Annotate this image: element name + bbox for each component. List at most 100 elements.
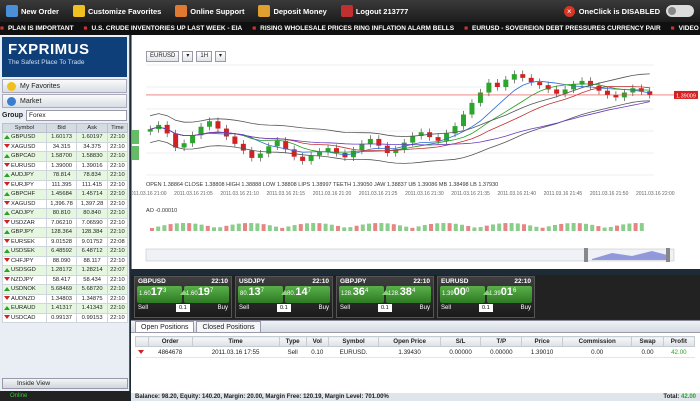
quotes-column-header[interactable]: Symbol <box>2 123 47 133</box>
lot-input[interactable]: 0.1 <box>377 304 392 312</box>
positions-column-header[interactable]: T/P <box>480 336 523 347</box>
table-row[interactable]: USDSGD 1.28172 1.28214 22:07 <box>2 265 129 276</box>
positions-column-header[interactable]: Commission <box>561 336 633 347</box>
buy-button[interactable]: Buy <box>319 305 329 311</box>
quote-bid: 1.34803 <box>45 293 78 304</box>
positions-column-header[interactable]: Price <box>521 336 563 347</box>
positions-column-header[interactable]: Vol <box>305 336 329 347</box>
positions-panel: Open Positions Closed Positions Order Time… <box>131 320 700 393</box>
table-row[interactable]: CADJPY 80.810 80.840 22:10 <box>2 208 129 219</box>
positions-column-header[interactable]: Symbol <box>327 336 380 347</box>
positions-column-header[interactable]: Type <box>278 336 307 347</box>
news-ticker[interactable]: ■ PLAN IS IMPORTANT ■ U.S. CRUDE INVENTORIE… <box>0 22 700 35</box>
lot-input[interactable]: 0.1 <box>276 304 291 312</box>
table-row[interactable]: AUDJPY 78.814 78.834 22:10 <box>2 170 129 181</box>
table-row[interactable]: GBPUSD 1.60173 1.60197 22:10 <box>2 132 129 143</box>
tile-buy-price[interactable]: 1.39016 <box>487 286 532 303</box>
tile-sell-price[interactable]: 1.39000 <box>440 286 485 303</box>
toolbar-button-3[interactable]: Deposit Money <box>258 5 327 17</box>
ticker-item[interactable]: RISING WHOLESALE PRICES RING INFLATION A… <box>260 25 454 32</box>
candle-body <box>486 82 492 93</box>
toolbar-button-0[interactable]: New Order <box>6 5 59 17</box>
positions-column-header[interactable]: Time <box>191 336 280 347</box>
table-row[interactable]: EURSEK 9.01528 9.01752 22:08 <box>2 236 129 247</box>
positions-table: Order Time Type Vol Symbol Open Price S/L T/P Pr… <box>135 336 696 358</box>
tab-open-positions[interactable]: Open Positions <box>135 321 195 332</box>
ticker-item[interactable]: VIDEO HOW SUBMIT YOUR STORY TO FO <box>679 25 700 32</box>
positions-column-header[interactable]: S/L <box>439 336 482 347</box>
candle-body <box>274 140 280 147</box>
tile-buy-price[interactable]: 1.60197 <box>184 286 229 303</box>
market-button[interactable]: Market <box>2 94 127 108</box>
buy-button[interactable]: Buy <box>420 305 430 311</box>
inside-view-button[interactable]: Inside View <box>2 378 128 389</box>
tile-buy-price[interactable]: 80.147 <box>285 286 330 303</box>
group-select[interactable]: Forex <box>26 110 127 121</box>
table-row[interactable]: EURAUD 1.41317 1.41343 22:10 <box>2 303 129 314</box>
table-row[interactable]: 4864678 2011.03.16 17:55 Sell 0.10 EURUSD. 1.… <box>135 346 695 358</box>
ticker-item[interactable]: PLAN IS IMPORTANT <box>8 25 74 32</box>
sell-button[interactable]: Sell <box>138 305 148 311</box>
positions-column-header[interactable]: Order <box>147 336 193 347</box>
tile-sell-price[interactable]: 128.364 <box>339 286 384 303</box>
positions-column-header[interactable]: Open Price <box>378 336 441 347</box>
table-row[interactable]: USDSEK 6.48592 6.48712 22:10 <box>2 246 129 257</box>
table-row[interactable]: NZDJPY 58.417 58.434 22:10 <box>2 274 129 285</box>
quote-time: 22:10 <box>106 179 129 190</box>
ticker-item[interactable]: EURUSD - SOVEREIGN DEBT PRESSURES CURREN… <box>472 25 661 32</box>
table-row[interactable]: XAGUSD 1,396.78 1,397.28 22:10 <box>2 198 129 209</box>
tab-closed-positions[interactable]: Closed Positions <box>196 321 261 332</box>
close-icon[interactable]: × <box>563 5 575 17</box>
favorites-button[interactable]: My Favorites <box>2 79 127 93</box>
table-row[interactable]: EURUSD 1.39000 1.39016 22:10 <box>2 160 129 171</box>
table-row[interactable]: USDNOK 5.68469 5.68720 22:10 <box>2 284 129 295</box>
quote-symbol-text: XAGUSD <box>11 143 36 150</box>
table-row[interactable]: AUDNZD 1.34803 1.34875 22:10 <box>2 293 129 304</box>
buy-button[interactable]: Buy <box>521 305 531 311</box>
logout-icon <box>340 5 353 17</box>
position-commission: 0.00 <box>562 346 632 358</box>
lot-input[interactable]: 0.1 <box>175 304 190 312</box>
price-big: 14 <box>295 286 308 298</box>
price-prefix: 1.39 <box>442 291 454 297</box>
candle-body <box>511 74 517 80</box>
quotes-column-header[interactable]: Time <box>106 123 129 133</box>
positions-column-header[interactable]: Swap <box>631 336 664 347</box>
arrow-down-icon <box>4 182 10 187</box>
toolbar-button-1[interactable]: Customize Favorites <box>72 5 161 17</box>
buy-button[interactable]: Buy <box>218 305 228 311</box>
quote-time: 22:10 <box>106 217 129 228</box>
candle-body <box>537 82 543 86</box>
table-row[interactable]: USDCAD 0.99137 0.99153 22:10 <box>2 312 129 323</box>
sell-button[interactable]: Sell <box>340 305 350 311</box>
chart-panel[interactable]: EURUSD ▾ 1H ▾ 1.390092011.03.16 21:00201… <box>131 35 700 269</box>
table-row[interactable]: EURJPY 111.395 111.415 22:10 <box>2 179 129 190</box>
lot-input[interactable]: 0.1 <box>478 304 493 312</box>
price-chart[interactable]: 1.39009 2011.03.16 21:00 2011.03.16 21:05 2… <box>132 35 700 269</box>
table-row[interactable]: GBPJPY 128.364 128.384 22:10 <box>2 227 129 238</box>
positions-column-header[interactable] <box>135 336 149 347</box>
toolbar-button-4[interactable]: Logout 213777 <box>340 5 408 17</box>
tile-sell-price[interactable]: 80.137 <box>238 286 283 303</box>
table-row[interactable]: GBPCAD 1.58700 1.58830 22:10 <box>2 151 129 162</box>
tile-buy-price[interactable]: 128.384 <box>386 286 431 303</box>
ao-bar <box>212 227 216 231</box>
positions-column-header[interactable]: Profit <box>662 336 696 347</box>
sell-button[interactable]: Sell <box>239 305 249 311</box>
oneclick-toggle[interactable] <box>666 5 694 17</box>
quotes-column-header[interactable]: Ask <box>76 123 108 133</box>
tile-sell-price[interactable]: 1.60173 <box>137 286 182 303</box>
quote-bid: 1.60173 <box>45 132 78 143</box>
price-big: 00 <box>453 286 466 298</box>
quote-time: 22:10 <box>106 132 129 143</box>
tile-time: 22:10 <box>312 278 329 285</box>
quotes-column-header[interactable]: Bid <box>45 123 78 133</box>
toolbar-button-2[interactable]: Online Support <box>175 5 244 17</box>
table-row[interactable]: USDZAR 7.06210 7.06590 22:10 <box>2 217 129 228</box>
table-row[interactable]: GBPCHF 1.45684 1.45714 22:10 <box>2 189 129 200</box>
table-row[interactable]: CHFJPY 88.090 88.117 22:10 <box>2 255 129 266</box>
candle-body <box>613 94 619 98</box>
table-row[interactable]: XAGUSD 34.315 34.375 22:10 <box>2 141 129 152</box>
sell-button[interactable]: Sell <box>441 305 451 311</box>
ticker-item[interactable]: U.S. CRUDE INVENTORIES UP LAST WEEK - EI… <box>91 25 242 32</box>
